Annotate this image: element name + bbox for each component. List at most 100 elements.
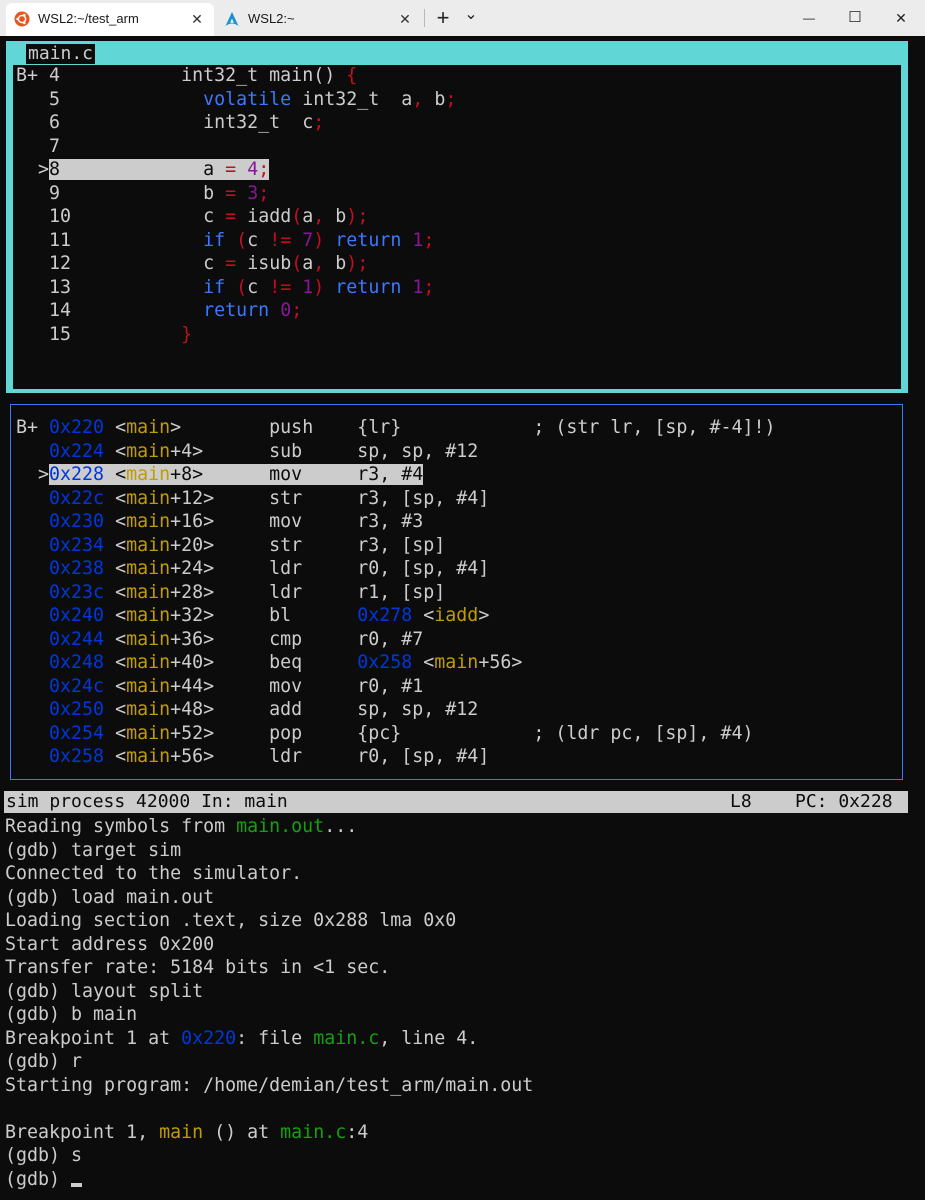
line-number: 5 [49, 88, 182, 110]
asm-symbol: main [126, 652, 171, 673]
asm-punct: < [104, 464, 127, 485]
line-marker: > [16, 159, 50, 180]
line-marker [16, 230, 49, 251]
asm-target-address: 0x258 [357, 652, 413, 673]
asm-address: 0x238 [49, 558, 105, 579]
console-text: Starting program: /home/demian/test_arm/… [5, 1074, 534, 1096]
asm-address: 0x220 [49, 417, 105, 438]
tab-wsl2-test-arm[interactable]: WSL2:~/test_arm ✕ [6, 3, 214, 36]
asm-offset: +36> [170, 628, 270, 650]
asm-address: 0x224 [49, 440, 105, 462]
asm-punct: < [104, 581, 127, 603]
console-line: Reading symbols from main.out... [5, 815, 357, 839]
tab-title: WSL2:~ [248, 11, 295, 26]
asm-operands: r3, #3 [357, 511, 424, 532]
maximize-button[interactable]: ☐ [832, 0, 878, 36]
tab-wsl2-home[interactable]: WSL2:~ ✕ [216, 3, 422, 36]
asm-symbol: main [126, 675, 171, 697]
code-token: isub [247, 253, 292, 274]
asm-punct: < [104, 722, 127, 744]
tab-close-icon[interactable]: ✕ [186, 8, 208, 30]
line-marker [16, 535, 49, 556]
console-line: (gdb) [5, 1168, 83, 1192]
code-token: ; [423, 229, 435, 251]
asm-address: 0x248 [49, 652, 105, 673]
asm-opcode: ldr [269, 558, 358, 579]
code-token: a [401, 88, 413, 110]
asm-line: 0x230 <main+16> mov r3, #3 [16, 510, 423, 534]
dropdown-chevron-icon[interactable]: ⌄ [451, 0, 491, 36]
asm-offset: +48> [170, 699, 270, 720]
asm-operands: r3, #4 [357, 464, 424, 485]
code-token: b [203, 182, 215, 204]
source-line: >8 a = 4; [16, 158, 270, 182]
code-token: ; [423, 276, 435, 298]
asm-offset: +16> [170, 511, 270, 532]
console-text: Loading section .text, size 0x288 lma 0x… [5, 910, 457, 931]
code-token: if [203, 276, 226, 298]
asm-line: 0x254 <main+52> pop {pc} ; (ldr pc, [sp]… [16, 722, 753, 746]
console-line: (gdb) s [5, 1144, 82, 1168]
asm-operands: {lr} [357, 417, 534, 438]
asm-offset: +12> [170, 487, 270, 509]
code-token: ; [258, 159, 270, 180]
asm-punct: < [104, 605, 127, 626]
code-token: b [335, 253, 347, 274]
asm-opcode: mov [269, 511, 358, 532]
console-text: :4 [346, 1121, 369, 1143]
asm-punct: < [412, 605, 435, 626]
terminal[interactable]: main.c B+ 4 int32_t main() { 5 volatile … [0, 36, 925, 1200]
code-token: ( [313, 65, 325, 86]
console-line: (gdb) layout split [5, 980, 203, 1004]
tab-close-icon[interactable]: ✕ [394, 8, 416, 30]
console-text: Breakpoint 1 at [5, 1027, 182, 1049]
minimize-button[interactable]: — [786, 0, 832, 36]
text-cursor [71, 1182, 83, 1187]
current-instruction-highlight: 0x228 <main+8> mov r3, #4 [49, 464, 424, 485]
source-filename: main.c [26, 43, 96, 64]
asm-body: 0x254 <main+52> pop {pc} [49, 723, 533, 744]
asm-target-offset: > [478, 605, 490, 626]
line-number: 11 [49, 229, 182, 251]
asm-comment: ; (str lr, [sp, #-4]!) [533, 417, 776, 438]
asm-offset: > [170, 417, 270, 438]
asm-line: B+ 0x220 <main> push {lr} ; (str lr, [sp… [16, 416, 775, 440]
code-token: = [225, 182, 237, 204]
console-text: (gdb) target sim [5, 839, 182, 861]
code-token: { [346, 65, 358, 86]
asm-address: 0x244 [49, 628, 105, 650]
console-line: Starting program: /home/demian/test_arm/… [5, 1074, 533, 1098]
arch-icon [225, 12, 239, 26]
code-token: volatile [203, 88, 292, 110]
code-token: main [269, 65, 314, 86]
console-line: Breakpoint 1, main () at main.c:4 [5, 1121, 368, 1145]
asm-body: 0x250 <main+48> add sp, sp, #12 [49, 699, 478, 720]
line-marker [16, 723, 49, 744]
asm-punct: < [104, 534, 127, 556]
asm-opcode: cmp [269, 628, 358, 650]
line-number: 6 [49, 112, 182, 133]
close-window-button[interactable]: ✕ [878, 0, 924, 36]
code-token: a [302, 253, 314, 274]
asm-symbol: main [126, 628, 171, 650]
console-text: (gdb) [5, 1168, 72, 1190]
console-text: (gdb) load main.out [5, 886, 215, 908]
console-line: (gdb) target sim [5, 839, 181, 863]
asm-symbol: main [126, 440, 171, 462]
code-token: = [225, 206, 237, 227]
line-number: 9 [49, 182, 182, 204]
console-text: main.out [236, 816, 325, 837]
